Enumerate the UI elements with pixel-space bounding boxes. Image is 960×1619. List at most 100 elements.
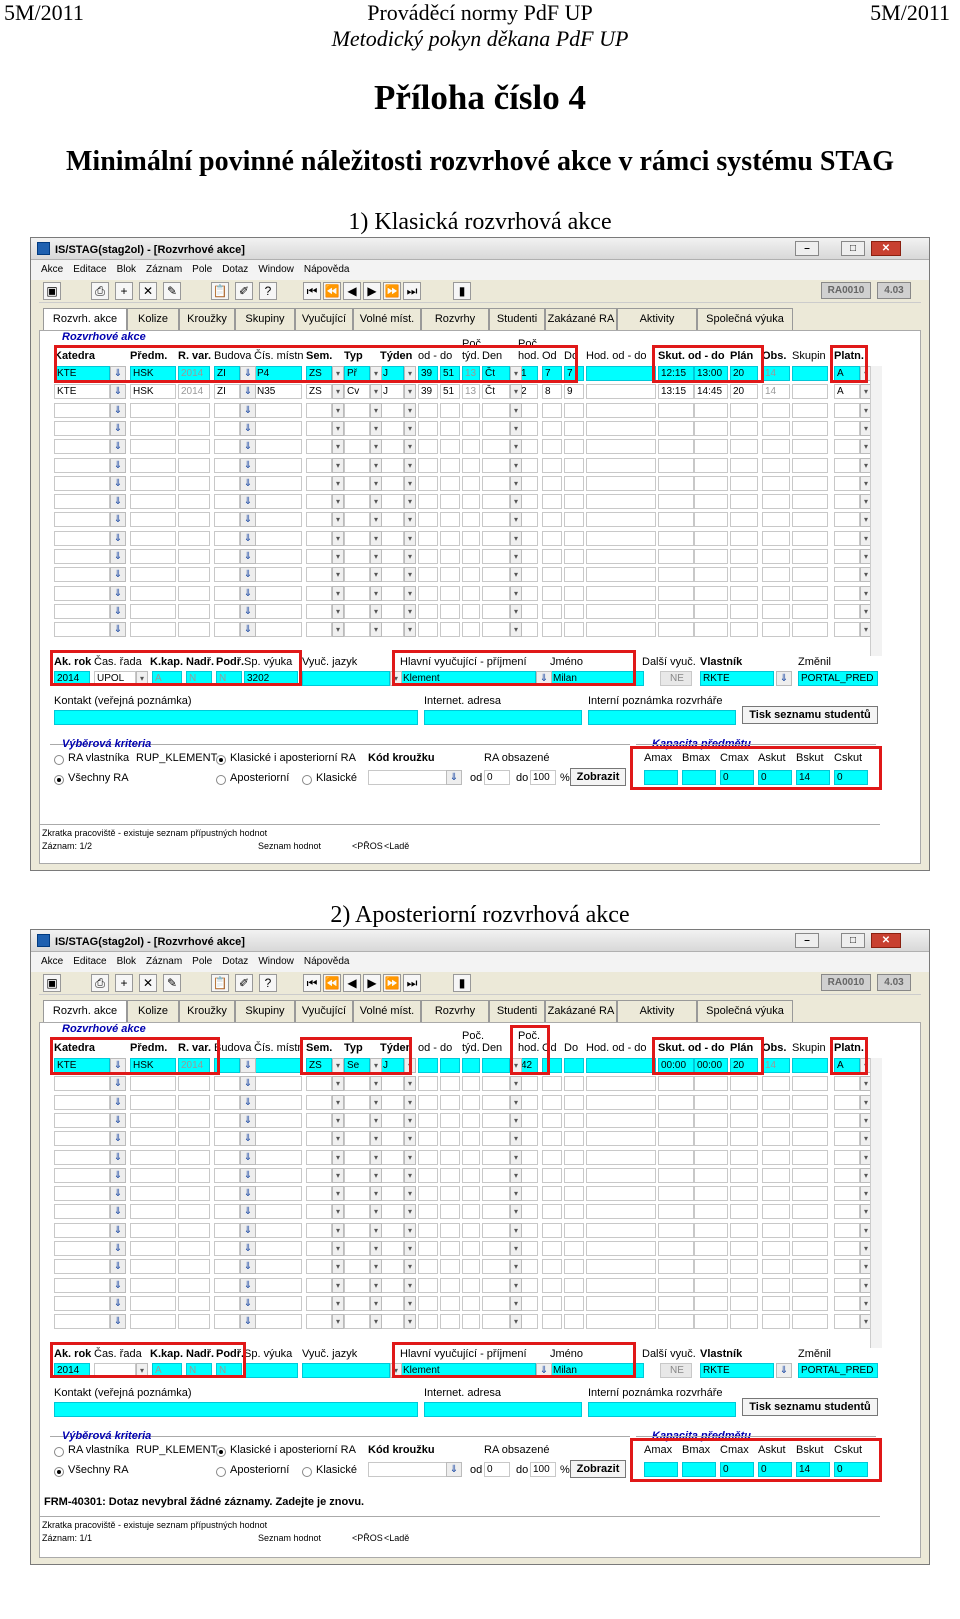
field-dalsi[interactable]: NE <box>660 1363 692 1378</box>
cell-r2-poc[interactable] <box>462 402 480 418</box>
cell-r3-platn[interactable] <box>834 420 860 436</box>
cell-r10-tyden[interactable] <box>380 549 404 564</box>
cell-r3-katedra[interactable] <box>54 1112 110 1128</box>
cell-r2-rvar[interactable] <box>178 1094 210 1110</box>
cell-r6-budova[interactable] <box>214 1167 240 1183</box>
cell-r9-predm[interactable] <box>130 1222 176 1238</box>
cell-r10-do[interactable] <box>440 1241 460 1256</box>
cell-r2-typ[interactable] <box>344 402 370 418</box>
cell-r11-hododdo[interactable] <box>586 567 656 583</box>
cell-r10-skut_do[interactable] <box>694 1241 728 1256</box>
cell-r12-tyden[interactable] <box>380 1277 404 1293</box>
cell-r11-skut_do[interactable] <box>694 567 728 583</box>
cell-r1-do[interactable]: 51 <box>440 384 460 400</box>
cell-r2-plan[interactable] <box>730 1094 758 1110</box>
dropdown-r14-0[interactable]: ⇓ <box>110 622 126 638</box>
cell-r4-katedra[interactable] <box>54 439 110 455</box>
prev-set-icon[interactable]: ⏪ <box>323 282 341 300</box>
cell-r3-mistn[interactable] <box>254 1112 302 1128</box>
cell-r14-poc[interactable] <box>462 622 480 638</box>
cell-r5-budova[interactable] <box>214 457 240 473</box>
first-record-icon[interactable]: ⏮ <box>303 282 321 300</box>
cell-r9-hododdo[interactable] <box>586 1222 656 1238</box>
cell-r13-skut_do[interactable] <box>694 1295 728 1311</box>
cell-r9-poc[interactable] <box>462 530 480 546</box>
cell-r13-obs[interactable] <box>762 1295 790 1311</box>
cell-r1-obs[interactable]: 14 <box>762 384 790 400</box>
cell-r6-sem[interactable] <box>306 475 332 491</box>
cell-r6-do[interactable] <box>440 1167 460 1183</box>
cell-r3-den[interactable] <box>482 420 510 436</box>
dropdown-r7-0[interactable]: ⇓ <box>110 1186 126 1202</box>
cell-r9-skut_od[interactable] <box>658 530 694 546</box>
cell-r12-mistn[interactable] <box>254 585 302 601</box>
cell-r4-hododdo[interactable] <box>586 439 656 455</box>
edit-icon[interactable]: ✎ <box>163 282 181 300</box>
cell-r11-do[interactable] <box>440 1259 460 1275</box>
cell-r5-hod_do[interactable] <box>564 1149 584 1165</box>
cell-r9-predm[interactable] <box>130 530 176 546</box>
cell-r13-poc[interactable] <box>462 603 480 619</box>
cell-r9-hod_do[interactable] <box>564 1222 584 1238</box>
menu-item-4[interactable]: Pole <box>192 264 212 275</box>
cell-r9-rvar[interactable] <box>178 530 210 546</box>
cell-r11-sem[interactable] <box>306 567 332 583</box>
dropdown-r11-2[interactable]: ▾ <box>332 567 344 583</box>
cell-r10-rvar[interactable] <box>178 549 210 564</box>
cell-r3-od[interactable] <box>418 420 438 436</box>
last-record-icon[interactable]: ⏭ <box>403 282 421 300</box>
cell-r9-plan[interactable] <box>730 1222 758 1238</box>
menu-item-0[interactable]: Akce <box>41 956 63 967</box>
cell-r14-hododdo[interactable] <box>586 622 656 638</box>
dropdown-r8-0[interactable]: ⇓ <box>110 1204 126 1220</box>
menu-item-1[interactable]: Editace <box>73 264 106 275</box>
dropdown-r11-0[interactable]: ⇓ <box>110 567 126 583</box>
radio-vsechny[interactable] <box>54 1467 64 1477</box>
dropdown-r12-1[interactable]: ⇓ <box>240 1277 256 1293</box>
field-kod-krouzku[interactable] <box>368 770 452 785</box>
cell-r12-skut_od[interactable] <box>658 1277 694 1293</box>
cell-r1-od[interactable]: 39 <box>418 384 438 400</box>
cell-r7-obs[interactable] <box>762 1186 790 1202</box>
cell-r10-katedra[interactable] <box>54 1241 110 1256</box>
cell-r2-katedra[interactable] <box>54 1094 110 1110</box>
cell-r7-tyden[interactable] <box>380 1186 404 1202</box>
cell-r5-mistn[interactable] <box>254 1149 302 1165</box>
tab-2[interactable]: Kroužky <box>179 308 235 330</box>
cell-r2-skupina[interactable] <box>792 1094 828 1110</box>
cell-r10-hod_od[interactable] <box>542 1241 562 1256</box>
cell-r13-rvar[interactable] <box>178 603 210 619</box>
cell-r13-hod_od[interactable] <box>542 1295 562 1311</box>
dropdown-r2-5[interactable]: ▾ <box>510 1094 522 1110</box>
radio-klas-apost[interactable] <box>216 1447 226 1457</box>
dropdown-r3-5[interactable]: ▾ <box>510 420 522 436</box>
cell-r5-hod_od[interactable] <box>542 1149 562 1165</box>
cell-r7-katedra[interactable] <box>54 1186 110 1202</box>
tab-4[interactable]: Vyučující <box>295 1000 353 1022</box>
cell-r5-den[interactable] <box>482 1149 510 1165</box>
cell-r8-sem[interactable] <box>306 512 332 528</box>
cell-r6-skut_od[interactable] <box>658 1167 694 1183</box>
cell-r8-katedra[interactable] <box>54 1204 110 1220</box>
cell-r13-predm[interactable] <box>130 603 176 619</box>
cell-r12-hod_od[interactable] <box>542 1277 562 1293</box>
dropdown-r1-5[interactable]: ▾ <box>510 384 522 400</box>
cell-r1-predm[interactable]: HSK <box>130 384 176 400</box>
cell-r5-predm[interactable] <box>130 457 176 473</box>
cell-r2-budova[interactable] <box>214 1094 240 1110</box>
cell-r12-obs[interactable] <box>762 585 790 601</box>
dropdown-r14-5[interactable]: ▾ <box>510 1314 522 1330</box>
dropdown-r5-1[interactable]: ⇓ <box>240 457 256 473</box>
cell-r9-typ[interactable] <box>344 530 370 546</box>
menu-item-3[interactable]: Záznam <box>146 264 182 275</box>
cell-r11-plan[interactable] <box>730 567 758 583</box>
cell-r13-sem[interactable] <box>306 1295 332 1311</box>
next-set-icon[interactable]: ⏩ <box>383 974 401 992</box>
cell-r3-od[interactable] <box>418 1112 438 1128</box>
cell-r0-skupina[interactable] <box>792 366 828 381</box>
dropdown-r10-0[interactable]: ⇓ <box>110 1241 126 1256</box>
cell-r6-poc[interactable] <box>462 1167 480 1183</box>
cell-r11-platn[interactable] <box>834 1259 860 1275</box>
cell-r14-predm[interactable] <box>130 1314 176 1330</box>
cell-r11-od[interactable] <box>418 1259 438 1275</box>
